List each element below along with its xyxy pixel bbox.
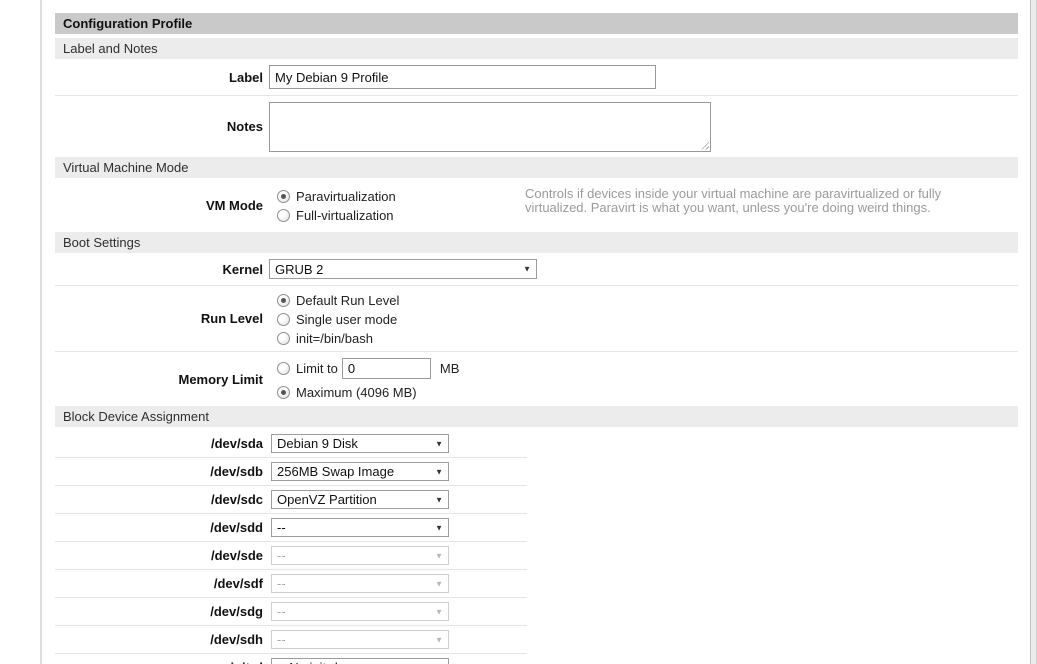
notes-textarea[interactable] [269,102,711,152]
device-select-sde[interactable]: -- ▼ [271,546,449,565]
device-select-sdh[interactable]: -- ▼ [271,630,449,649]
content-left-border [40,0,42,664]
radio-button[interactable] [277,362,290,375]
device-row-sdh: /dev/sdh -- ▼ [55,626,1018,653]
chevron-down-icon: ▼ [435,523,443,532]
radio-button[interactable] [277,209,290,222]
radio-button[interactable] [277,332,290,345]
vm-mode-label: VM Mode [55,178,263,232]
chevron-down-icon: ▼ [435,635,443,644]
radio-option-paravirtualization[interactable]: Paravirtualization [269,187,525,206]
device-select-initrd[interactable]: -- No initrd -- ▼ [271,658,449,664]
radio-option-single-user-mode[interactable]: Single user mode [269,310,1018,329]
radio-option-label: init=/bin/bash [296,331,373,346]
radio-option-label: Full-virtualization [296,208,394,223]
kernel-label: Kernel [55,253,263,285]
radio-option-label: Default Run Level [296,293,399,308]
device-row-sdb: /dev/sdb 256MB Swap Image ▼ [55,458,1018,485]
device-select-sdg[interactable]: -- ▼ [271,602,449,621]
device-label: /dev/sdb [55,464,263,479]
device-label: /dev/sdd [55,520,263,535]
section-heading-block-device-assignment: Block Device Assignment [55,406,1018,427]
radio-button[interactable] [277,313,290,326]
device-label: /dev/sda [55,436,263,451]
radio-option-label: Single user mode [296,312,397,327]
device-label: /dev/sdc [55,492,263,507]
device-select-sdc[interactable]: OpenVZ Partition ▼ [271,490,449,509]
radio-button[interactable] [277,190,290,203]
block-device-list: /dev/sda Debian 9 Disk ▼ /dev/sdb 256MB … [55,427,1018,664]
radio-option-default-run-level[interactable]: Default Run Level [269,291,1018,310]
chevron-down-icon: ▼ [435,467,443,476]
device-row-sde: /dev/sde -- ▼ [55,542,1018,569]
page-title: Configuration Profile [55,13,1018,34]
device-label: /dev/sde [55,548,263,563]
radio-button[interactable] [277,386,290,399]
device-row-sdc: /dev/sdc OpenVZ Partition ▼ [55,486,1018,513]
device-select-sda[interactable]: Debian 9 Disk ▼ [271,434,449,453]
kernel-select[interactable]: GRUB 2 ▼ [269,259,537,279]
notes-row: Notes [55,96,1018,157]
vm-mode-row: VM Mode Paravirtualization Full-virtuali… [55,178,1018,232]
device-row-sda: /dev/sda Debian 9 Disk ▼ [55,430,1018,457]
run-level-row: Run Level Default Run Level Single user … [55,286,1018,351]
radio-button[interactable] [277,294,290,307]
device-label: /dev/sdh [55,632,263,647]
device-label: /dev/sdf [55,576,263,591]
mb-unit-label: MB [440,361,460,376]
chevron-down-icon: ▼ [435,579,443,588]
chevron-down-icon: ▼ [435,607,443,616]
kernel-row: Kernel GRUB 2 ▼ [55,253,1018,285]
device-row-initrd: initrd -- No initrd -- ▼ [55,654,1018,664]
run-level-label: Run Level [55,286,263,351]
chevron-down-icon: ▼ [523,265,531,274]
memory-limit-label: Memory Limit [55,352,263,406]
device-row-sdg: /dev/sdg -- ▼ [55,598,1018,625]
radio-option-init-bin-bash[interactable]: init=/bin/bash [269,329,1018,348]
section-heading-boot-settings: Boot Settings [55,232,1018,253]
chevron-down-icon: ▼ [435,439,443,448]
device-select-sdd[interactable]: -- ▼ [271,518,449,537]
radio-option-limit-to[interactable]: Limit to MB [269,356,1018,380]
notes-field-label: Notes [55,96,263,157]
device-label: initrd [55,660,263,664]
label-field-label: Label [55,59,263,95]
chevron-down-icon: ▼ [435,551,443,560]
label-input[interactable] [269,65,656,89]
radio-option-label: Paravirtualization [296,189,396,204]
configuration-profile-form: Configuration Profile Label and Notes La… [55,13,1018,664]
memory-limit-input[interactable] [342,358,431,379]
device-row-sdf: /dev/sdf -- ▼ [55,570,1018,597]
memory-limit-row: Memory Limit Limit to MB Maximum (4096 M… [55,352,1018,406]
device-row-sdd: /dev/sdd -- ▼ [55,514,1018,541]
chevron-down-icon: ▼ [435,495,443,504]
device-select-sdf[interactable]: -- ▼ [271,574,449,593]
radio-option-label: Limit to [296,361,338,376]
vertical-scrollbar[interactable] [1030,0,1037,664]
vm-mode-help-text: Controls if devices inside your virtual … [525,187,987,232]
radio-option-maximum[interactable]: Maximum (4096 MB) [269,383,1018,402]
label-row: Label [55,59,1018,95]
device-select-sdb[interactable]: 256MB Swap Image ▼ [271,462,449,481]
device-label: /dev/sdg [55,604,263,619]
radio-option-full-virtualization[interactable]: Full-virtualization [269,206,525,225]
section-heading-virtual-machine-mode: Virtual Machine Mode [55,157,1018,178]
section-heading-label-and-notes: Label and Notes [55,38,1018,59]
radio-option-label: Maximum (4096 MB) [296,385,417,400]
